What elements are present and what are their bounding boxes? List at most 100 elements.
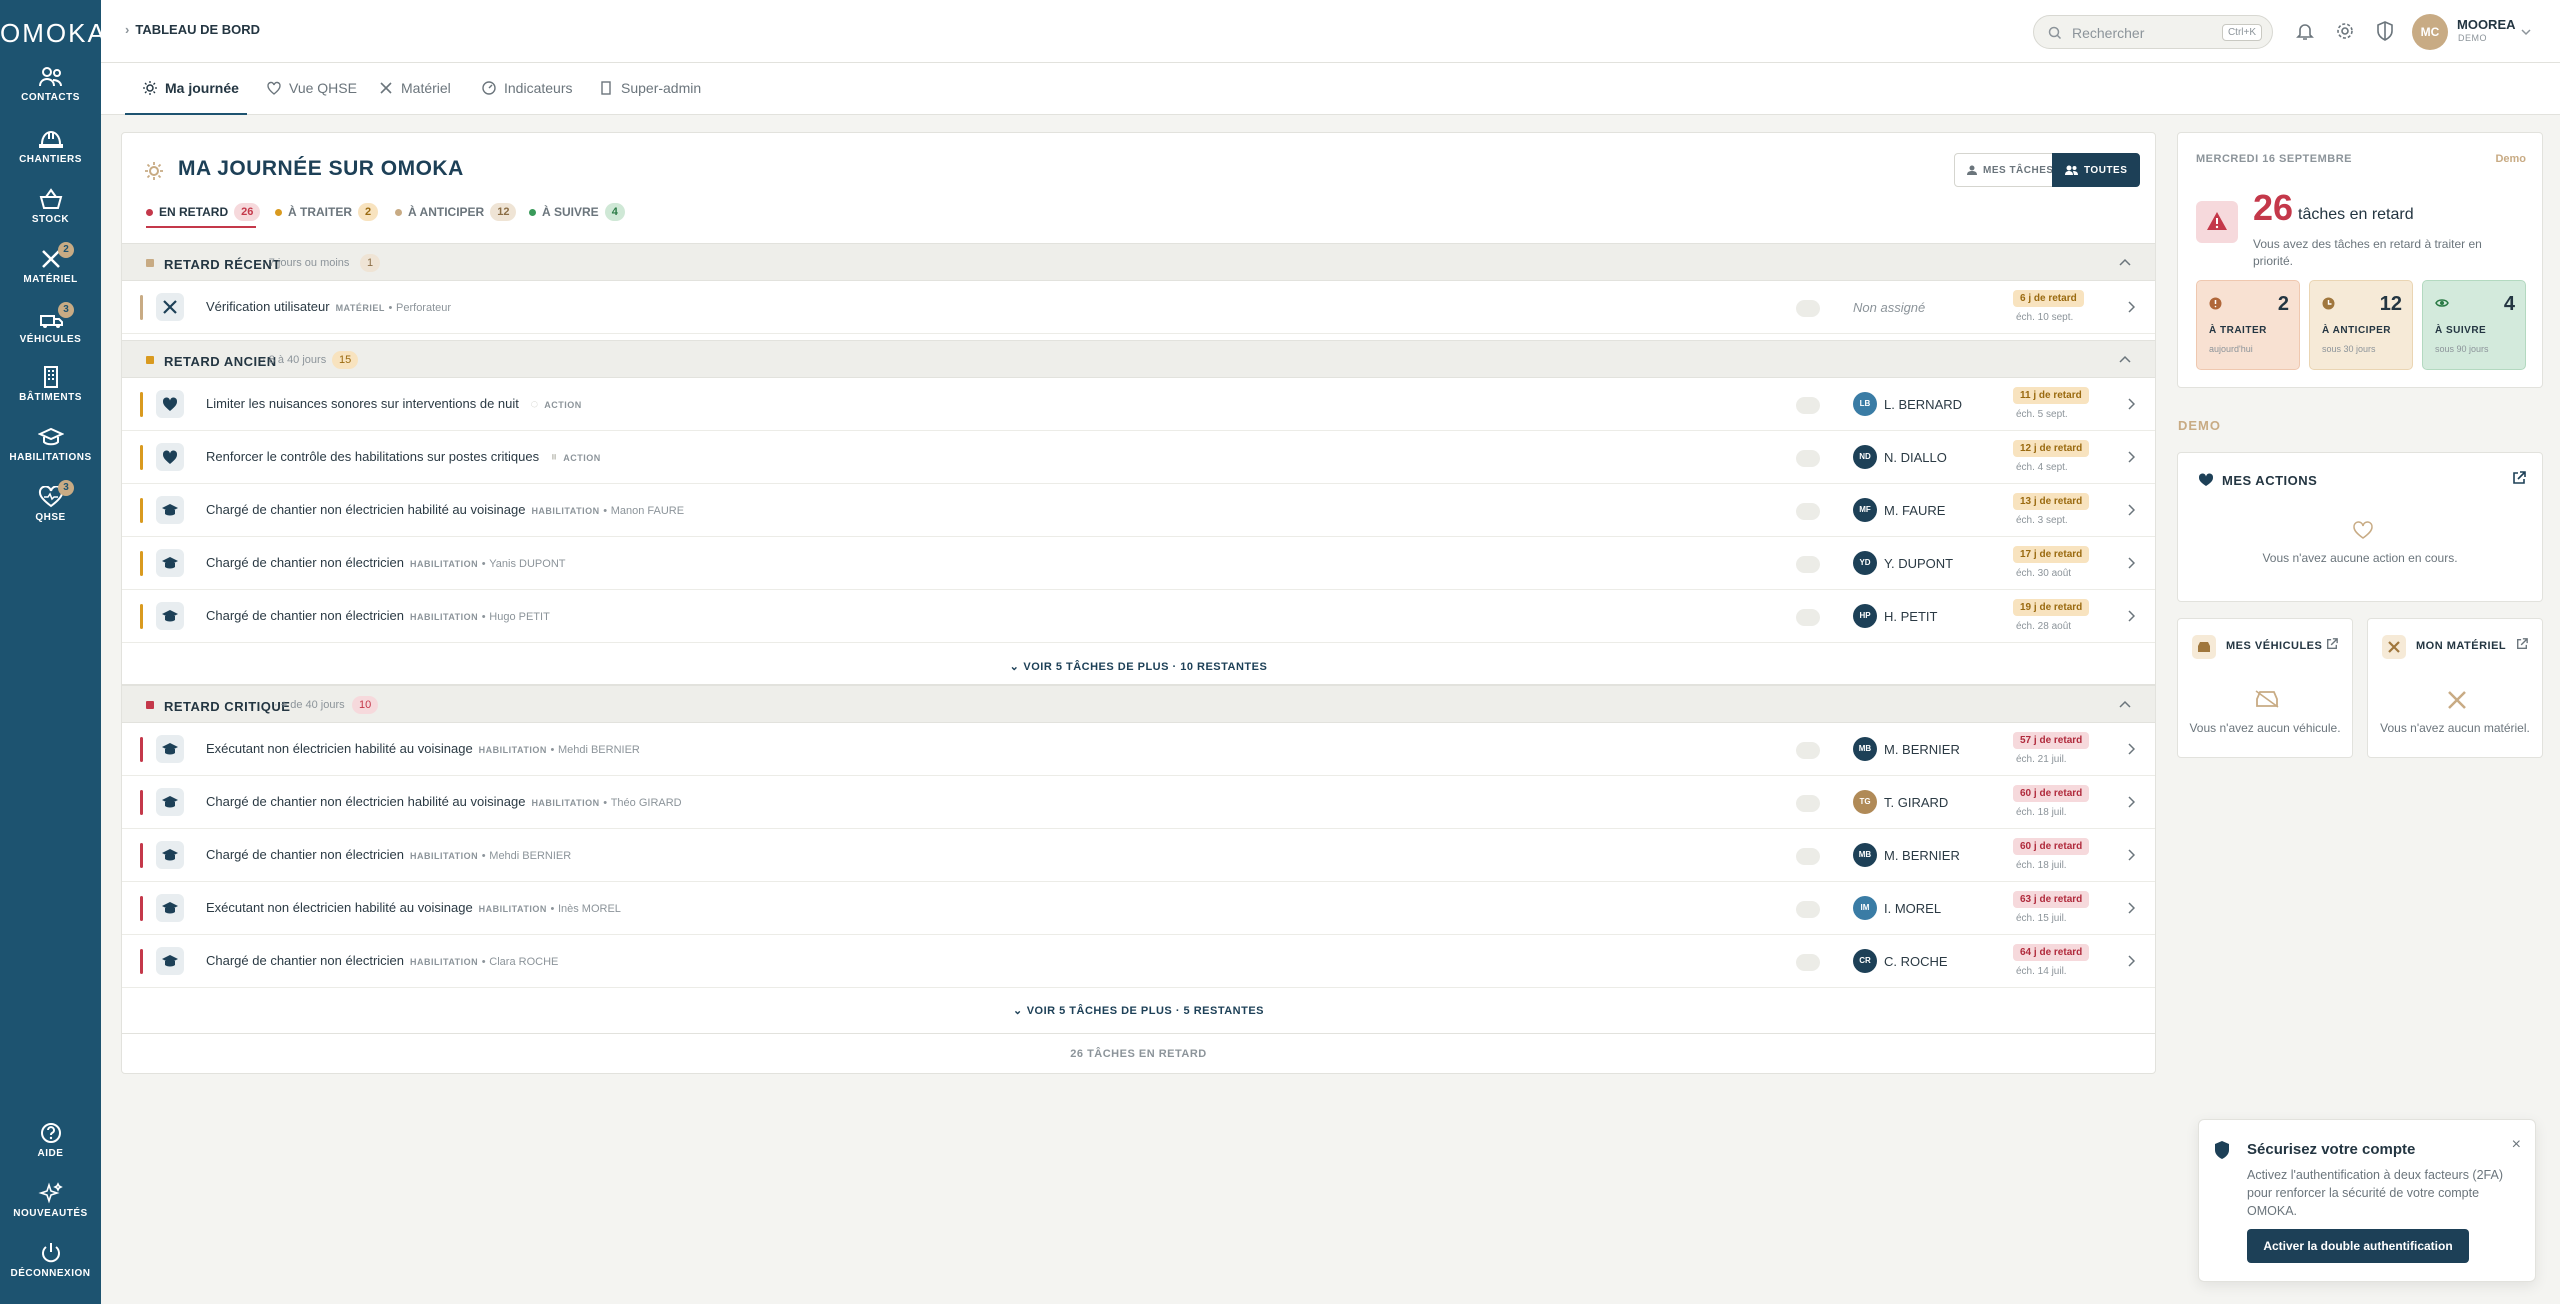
shield-icon [2215,1141,2229,1159]
status-dot [275,208,282,216]
status-pill[interactable] [1796,300,1820,317]
summary-a-traiter[interactable]: 2 À TRAITER aujourd'hui [2196,280,2300,370]
external-link-icon[interactable] [2326,638,2338,650]
close-icon[interactable]: × [2512,1136,2521,1154]
app-logo: OMOKA [0,18,107,48]
breadcrumb[interactable]: › TABLEAU DE BORD [125,22,260,37]
shield-icon[interactable] [2376,21,2394,41]
task-row[interactable]: Chargé de chantier non électricien HABILI… [122,537,2155,590]
task-row[interactable]: Chargé de chantier non électricien HABILI… [122,935,2155,988]
show-more-button[interactable]: ⌄ VOIR 5 TÂCHES DE PLUS · 5 RESTANTES [122,993,2155,1029]
status-pill[interactable] [1796,503,1820,520]
tab-materiel[interactable]: Matériel [379,80,451,96]
user-name[interactable]: MOOREA [2457,17,2516,32]
sidebar-item-vehicules[interactable]: 3 VÉHICULES [0,302,101,345]
mini-title: À ANTICIPER [2322,325,2392,336]
chevron-right-icon[interactable] [2127,796,2135,808]
chevron-right-icon[interactable] [2127,743,2135,755]
task-row[interactable]: Renforcer le contrôle des habilitations … [122,431,2155,484]
task-row[interactable]: Chargé de chantier non électricien habil… [122,776,2155,829]
enable-2fa-button[interactable]: Activer la double authentification [2247,1229,2469,1263]
sidebar-item-deconnexion[interactable]: DÉCONNEXION [0,1242,101,1279]
sidebar-item-contacts[interactable]: CONTACTS [0,66,101,103]
tab-indicateurs[interactable]: Indicateurs [482,80,572,96]
tab-ma-journee[interactable]: Ma journée [143,80,239,96]
separator: • [603,505,608,517]
show-more-button[interactable]: ⌄ VOIR 5 TÂCHES DE PLUS · 10 RESTANTES [122,649,2155,685]
external-link-icon[interactable] [2512,471,2526,485]
breadcrumb-label: TABLEAU DE BORD [135,22,261,37]
filter-label: À SUIVRE [542,205,599,219]
search-input[interactable]: Rechercher Ctrl+K [2033,15,2273,49]
chevron-up-icon[interactable] [2119,355,2131,363]
chevron-down-icon[interactable] [2521,28,2531,36]
task-row[interactable]: Limiter les nuisances sonores sur interv… [122,378,2155,431]
gear-icon[interactable] [2335,21,2355,41]
task-row[interactable]: Chargé de chantier non électricien habil… [122,484,2155,537]
chevron-right-icon[interactable] [2127,610,2135,622]
filter-a-anticiper[interactable]: À ANTICIPER 12 [395,203,517,221]
status-dot [395,208,402,216]
task-tag: HABILITATION [531,798,600,808]
toggle-my-tasks[interactable]: MES TÂCHES [1954,153,2067,187]
summary-a-anticiper[interactable]: 12 À ANTICIPER sous 30 jours [2309,280,2413,370]
chevron-right-icon[interactable] [2127,301,2135,313]
status-pill[interactable] [1796,954,1820,971]
status-pill[interactable] [1796,609,1820,626]
tab-vue-qhse[interactable]: Vue QHSE [267,80,357,96]
avatar[interactable]: MC [2412,14,2448,50]
filter-a-suivre[interactable]: À SUIVRE 4 [529,203,625,221]
status-pill[interactable] [1796,848,1820,865]
graduation-icon [162,743,178,755]
chevron-right-icon[interactable] [2127,451,2135,463]
tab-super-admin[interactable]: Super-admin [599,80,701,96]
status-pill[interactable] [1796,450,1820,467]
status-pill[interactable] [1796,795,1820,812]
chevron-up-icon[interactable] [2119,700,2131,708]
chevron-right-icon[interactable] [2127,849,2135,861]
sidebar-item-batiments[interactable]: BÂTIMENTS [0,366,101,403]
task-row[interactable]: Exécutant non électricien habilité au vo… [122,723,2155,776]
sidebar-item-nouveautes[interactable]: NOUVEAUTÉS [0,1182,101,1219]
task-row[interactable]: Chargé de chantier non électricien HABILI… [122,590,2155,643]
toggle-all-tasks[interactable]: TOUTES [2052,153,2141,187]
section-header-retard-recent[interactable]: RETARD RÉCENT · 7 jours ou moins 1 [122,243,2155,281]
sidebar-item-stock[interactable]: STOCK [0,188,101,225]
task-type-icon [156,735,184,763]
filter-a-traiter[interactable]: À TRAITER 2 [275,203,379,221]
sidebar-item-habilitations[interactable]: HABILITATIONS [0,426,101,463]
chevron-up-icon[interactable] [2119,258,2131,266]
section-header-retard-ancien[interactable]: RETARD ANCIEN · 8 à 40 jours 15 [122,340,2155,378]
status-pill[interactable] [1796,397,1820,414]
task-row[interactable]: Chargé de chantier non électricien HABILI… [122,829,2155,882]
filter-en-retard[interactable]: EN RETARD 26 [146,203,261,221]
chevron-right-icon[interactable] [2127,557,2135,569]
chevron-right-icon[interactable] [2127,902,2135,914]
avatar: MB [1853,843,1877,867]
building-icon [43,366,58,388]
summary-a-suivre[interactable]: 4 À SUIVRE sous 90 jours [2422,280,2526,370]
sidebar-item-chantiers[interactable]: CHANTIERS [0,128,101,165]
chevron-right-icon[interactable] [2127,398,2135,410]
sidebar-item-materiel[interactable]: 2 MATÉRIEL [0,242,101,285]
task-title-line: Exécutant non électricien habilité au vo… [206,741,640,756]
task-row[interactable]: Exécutant non électricien habilité au vo… [122,882,2155,935]
assignee-name: T. GIRARD [1884,795,1949,810]
status-pill[interactable] [1796,742,1820,759]
section-header-retard-critique[interactable]: RETARD CRITIQUE · + de 40 jours 10 [122,685,2155,723]
task-type-icon [156,602,184,630]
task-row[interactable]: Vérification utilisateur MATÉRIEL • Perfo… [122,281,2155,334]
sidebar-item-qhse[interactable]: 3 QHSE [0,480,101,523]
sidebar-item-aide[interactable]: AIDE [0,1122,101,1159]
chevron-right-icon[interactable] [2127,504,2135,516]
section-count: 1 [360,254,381,272]
task-subject: Mehdi BERNIER [557,744,640,756]
bell-icon[interactable] [2296,21,2314,41]
late-count-label: tâches en retard [2298,206,2414,223]
external-link-icon[interactable] [2516,638,2528,650]
task-title: Chargé de chantier non électricien [206,608,405,623]
chevron-right-icon[interactable] [2127,955,2135,967]
status-pill[interactable] [1796,556,1820,573]
status-pill[interactable] [1796,901,1820,918]
assignee-name: M. BERNIER [1884,742,1960,757]
